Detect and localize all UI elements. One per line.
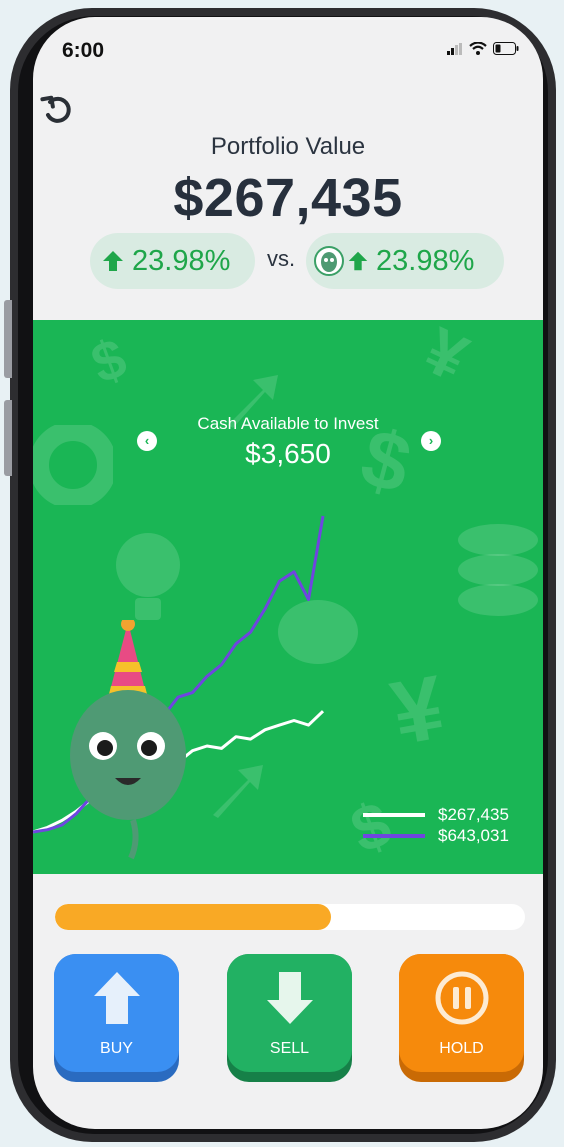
benchmark-return-pill: 23.98% <box>306 233 504 289</box>
progress-fill <box>55 904 332 930</box>
down-arrow-icon <box>267 972 313 1024</box>
up-arrow-icon <box>348 251 368 271</box>
app-screen: 6:00 Portfolio Value $267,435 23.98% vs.… <box>33 17 543 1129</box>
chart-panel: $ ¥ $ ¥ $ ‹ Cash Available to Invest $3,… <box>33 320 543 874</box>
hold-button[interactable]: HOLD <box>399 954 524 1082</box>
up-arrow-icon <box>103 251 123 271</box>
legend-row: $643,031 <box>363 825 509 846</box>
buy-button-face: BUY <box>54 954 179 1072</box>
buy-button[interactable]: BUY <box>54 954 179 1082</box>
sell-button-face: SELL <box>227 954 352 1072</box>
chart-legend: $267,435 $643,031 <box>363 804 509 846</box>
benchmark-return-value: 23.98% <box>376 244 475 277</box>
battery-icon <box>493 42 519 55</box>
sell-label: SELL <box>269 1040 310 1057</box>
status-time: 6:00 <box>62 39 105 62</box>
portfolio-value-label: Portfolio Value <box>210 133 366 160</box>
status-icons <box>447 42 519 55</box>
legend-swatch-purple <box>363 833 425 838</box>
user-return-pill: 23.98% <box>90 233 255 289</box>
up-arrow-icon <box>94 972 140 1024</box>
undo-icon[interactable] <box>40 93 74 127</box>
legend-swatch-white <box>363 812 425 817</box>
portfolio-value: $267,435 <box>173 168 403 228</box>
wifi-icon <box>469 42 487 55</box>
legend-row: $267,435 <box>363 804 509 825</box>
volume-down-button <box>4 400 12 476</box>
volume-up-button <box>4 300 12 378</box>
vs-label: vs. <box>267 246 296 271</box>
legend-value: $267,435 <box>438 804 509 824</box>
signal-icon <box>447 42 462 55</box>
legend-value: $643,031 <box>438 825 509 845</box>
mascot-character <box>70 620 186 860</box>
pause-icon <box>435 971 489 1025</box>
mascot-avatar-icon <box>314 246 344 276</box>
progress-bar <box>55 904 525 930</box>
user-return-value: 23.98% <box>132 244 231 277</box>
hold-button-face: HOLD <box>399 954 524 1072</box>
sell-button[interactable]: SELL <box>227 954 352 1082</box>
buy-label: BUY <box>100 1040 133 1057</box>
hold-label: HOLD <box>439 1040 484 1057</box>
